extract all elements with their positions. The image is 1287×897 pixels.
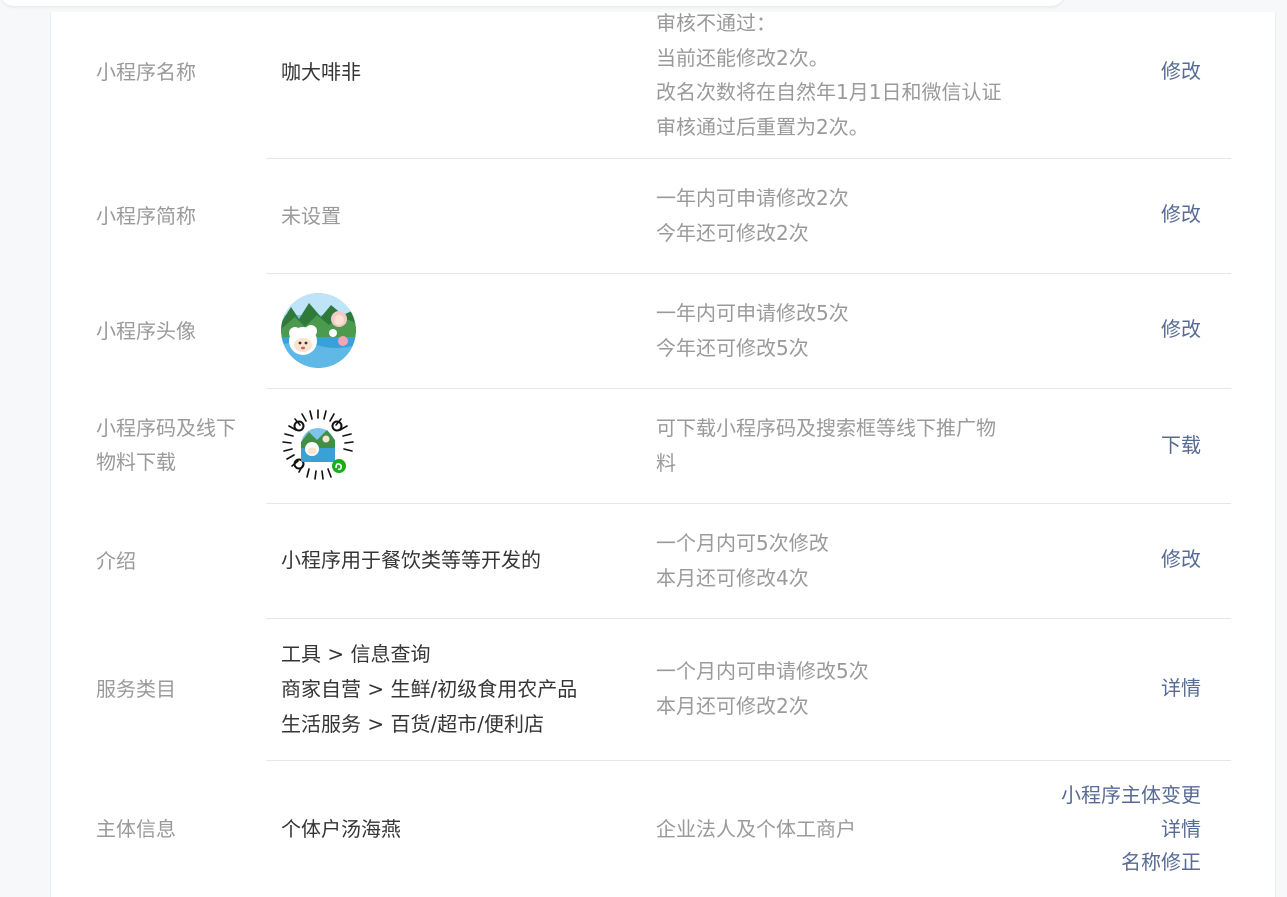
- scrollbar-track[interactable]: [1276, 0, 1287, 897]
- entity-detail-link[interactable]: 详情: [1061, 813, 1201, 847]
- row-value: 工具 > 信息查询 商家自营 > 生鲜/初级食用农产品 生活服务 > 百货/超市…: [281, 637, 641, 742]
- label-line: 小程序码及线下: [96, 416, 236, 440]
- modify-intro-link[interactable]: 修改: [1161, 543, 1201, 577]
- row-desc: 一个月内可申请修改5次 本月还可修改2次: [656, 654, 1036, 723]
- download-code-link[interactable]: 下载: [1161, 429, 1201, 463]
- row-value: 未设置: [281, 204, 341, 228]
- desc-line: 审核不通过：: [656, 11, 776, 35]
- desc-line: 审核通过后重置为2次。: [656, 114, 869, 139]
- row-label: 小程序简称: [96, 204, 196, 228]
- row-desc: 可下载小程序码及搜索框等线下推广物 料: [656, 411, 1036, 480]
- row-label: 小程序名称: [96, 60, 196, 84]
- row-label: 小程序头像: [96, 319, 196, 343]
- row-desc: 一年内可申请修改2次 今年还可修改2次: [656, 181, 1036, 250]
- row-actions: 修改: [1161, 313, 1201, 347]
- settings-card: 小程序名称 咖大啡非 审核不通过： 当前还能修改2次。 改名次数将在自然年1月1…: [50, 11, 1277, 897]
- desc-line: 料: [656, 450, 676, 475]
- desc-line: 今年还可修改5次: [656, 335, 809, 360]
- row-actions: 修改: [1161, 543, 1201, 577]
- desc-line: 当前还能修改2次。: [656, 45, 829, 70]
- desc-line: 一年内可申请修改2次: [656, 186, 849, 210]
- mini-program-code: [281, 408, 355, 482]
- row-name: 小程序名称 咖大啡非 审核不通过： 当前还能修改2次。 改名次数将在自然年1月1…: [51, 11, 1277, 159]
- top-bar: [0, 0, 1287, 12]
- row-value: 小程序用于餐饮类等等开发的: [281, 548, 541, 572]
- row-actions: 详情: [1161, 672, 1201, 706]
- entity-change-link[interactable]: 小程序主体变更: [1061, 779, 1201, 813]
- row-actions: 下载: [1161, 429, 1201, 463]
- desc-line: 改名次数将在自然年1月1日和微信认证: [656, 80, 1002, 104]
- row-avatar: 小程序头像 一年内可申请修改5次 今年还可修改5次 修改: [51, 274, 1277, 389]
- cartoon-sheep-avatar-icon: [281, 293, 356, 368]
- modify-short-name-link[interactable]: 修改: [1161, 198, 1201, 232]
- row-desc: 一个月内可5次修改 本月还可修改4次: [656, 526, 1036, 595]
- desc-line: 今年还可修改2次: [656, 220, 809, 245]
- row-introduction: 介绍 小程序用于餐饮类等等开发的 一个月内可5次修改 本月还可修改4次 修改: [51, 504, 1277, 619]
- modify-avatar-link[interactable]: 修改: [1161, 313, 1201, 347]
- desc-line: 一个月内可申请修改5次: [656, 659, 869, 683]
- category-detail-link[interactable]: 详情: [1161, 672, 1201, 706]
- row-entity-info: 主体信息 个体户汤海燕 企业法人及个体工商户 小程序主体变更 详情 名称修正: [51, 761, 1277, 897]
- category-line: 工具 > 信息查询: [281, 642, 431, 666]
- desc-line: 一年内可申请修改5次: [656, 301, 849, 325]
- modify-name-link[interactable]: 修改: [1161, 55, 1201, 89]
- category-line: 商家自营 > 生鲜/初级食用农产品: [281, 677, 578, 701]
- name-correction-link[interactable]: 名称修正: [1061, 846, 1201, 880]
- desc-line: 一个月内可5次修改: [656, 531, 829, 555]
- desc-line: 本月还可修改2次: [656, 693, 809, 718]
- row-label: 介绍: [96, 549, 136, 573]
- row-label: 主体信息: [96, 817, 176, 841]
- row-desc: 审核不通过： 当前还能修改2次。 改名次数将在自然年1月1日和微信认证 审核通过…: [656, 6, 1036, 144]
- row-actions: 小程序主体变更 详情 名称修正: [1061, 779, 1201, 880]
- row-short-name: 小程序简称 未设置 一年内可申请修改2次 今年还可修改2次 修改: [51, 159, 1277, 274]
- row-label: 服务类目: [96, 677, 176, 701]
- desc-line: 企业法人及个体工商户: [656, 817, 856, 841]
- row-value: 个体户汤海燕: [281, 817, 401, 841]
- row-service-category: 服务类目 工具 > 信息查询 商家自营 > 生鲜/初级食用农产品 生活服务 > …: [51, 619, 1277, 761]
- label-line: 物料下载: [96, 450, 176, 474]
- category-line: 生活服务 > 百货/超市/便利店: [281, 712, 544, 736]
- mini-program-code-icon: [281, 408, 355, 482]
- row-label: 小程序码及线下 物料下载: [96, 411, 256, 479]
- desc-line: 可下载小程序码及搜索框等线下推广物: [656, 416, 996, 440]
- row-actions: 修改: [1161, 198, 1201, 232]
- row-value: 咖大啡非: [281, 60, 361, 84]
- avatar: [281, 293, 356, 368]
- row-actions: 修改: [1161, 55, 1201, 89]
- desc-line: 本月还可修改4次: [656, 565, 809, 590]
- row-mini-program-code: 小程序码及线下 物料下载 可下载小程序码及搜索框等线下推广物 料 下载: [51, 389, 1277, 504]
- row-desc: 企业法人及个体工商户: [656, 812, 1036, 847]
- row-desc: 一年内可申请修改5次 今年还可修改5次: [656, 296, 1036, 365]
